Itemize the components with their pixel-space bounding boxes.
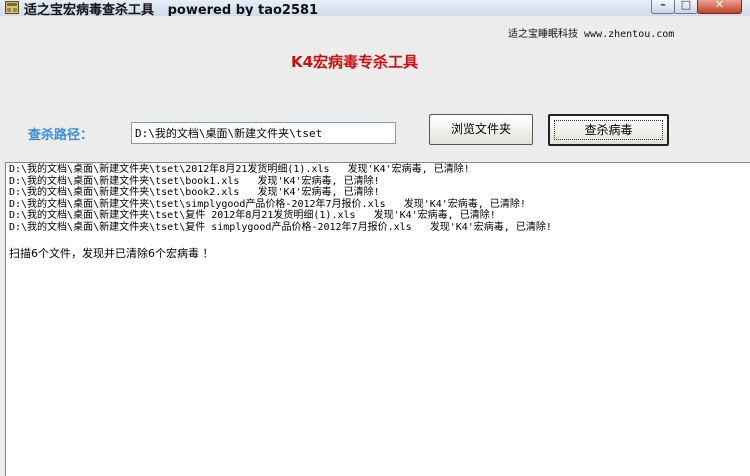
path-input[interactable] [131,122,396,144]
maximize-icon: □ [680,0,692,11]
close-icon: ✕ [714,0,725,11]
scan-virus-button[interactable]: 查杀病毒 [548,114,669,146]
browse-folder-button[interactable]: 浏览文件夹 [429,114,533,145]
log-line: D:\我的文档\桌面\新建文件夹\tset\2012年8月21发货明细(1).x… [9,164,470,175]
scan-summary: 扫描6个文件，发现并已清除6个宏病毒 ！ [9,246,214,260]
focus-rect [554,120,663,140]
log-line: D:\我的文档\桌面\新建文件夹\tset\simplygood产品价格-201… [9,198,526,210]
log-line: D:\我的文档\桌面\新建文件夹\tset\复件 simplygood产品价格-… [9,221,552,233]
log-line: D:\我的文档\桌面\新建文件夹\tset\book2.xls 发现'K4'宏病… [9,187,380,199]
maximize-button[interactable]: □ [674,0,698,14]
log-line: D:\我的文档\桌面\新建文件夹\tset\复件 2012年8月21发货明细(1… [9,210,496,222]
app-icon [5,1,19,14]
page-title: K4宏病毒专杀工具 [291,53,419,71]
minimize-button[interactable]: – [651,0,675,14]
close-button[interactable]: ✕ [697,0,742,14]
title-bar[interactable]: 适之宝宏病毒查杀工具 powered by tao2581 – □ ✕ [0,0,750,18]
log-line: D:\我的文档\桌面\新建文件夹\tset\book1.xls 发现'K4'宏病… [9,175,380,187]
scan-log[interactable]: D:\我的文档\桌面\新建文件夹\tset\2012年8月21发货明细(1).x… [5,162,750,476]
path-label: 查杀路径： [28,128,94,143]
minimize-icon: – [660,0,666,11]
company-info: 适之宝睡眠科技 www.zhentou.com [508,29,675,40]
